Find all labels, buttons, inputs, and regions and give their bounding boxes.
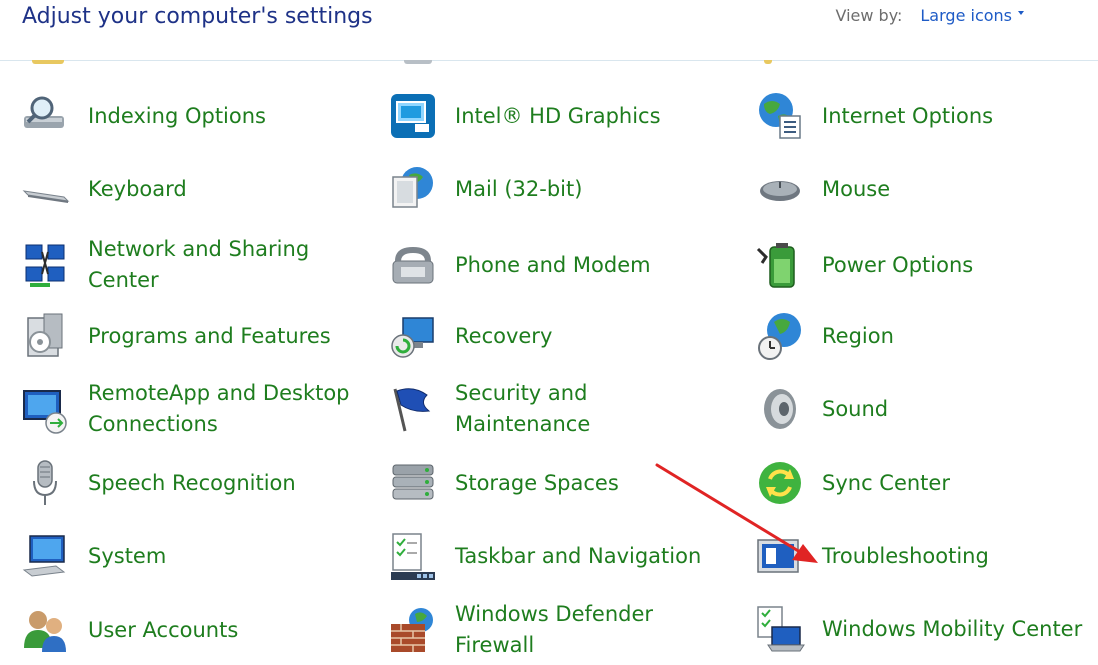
troubleshooting-icon	[754, 530, 806, 582]
item-label: Troubleshooting	[822, 543, 989, 568]
item-label: Region	[822, 323, 894, 348]
item-label: Network and Sharing Center	[88, 237, 310, 292]
item-region[interactable]: Region	[734, 306, 1094, 366]
item-label: Security and Maintenance	[455, 381, 591, 436]
item-phone-modem[interactable]: Phone and Modem	[367, 232, 727, 298]
item-label: RemoteApp and Desktop Connections	[88, 381, 350, 436]
view-by-label: View by:	[835, 6, 903, 25]
internet-options-icon	[754, 90, 806, 142]
programs-features-icon	[20, 310, 72, 362]
scrolled-icons-strip	[0, 60, 1098, 66]
item-indexing-options[interactable]: Indexing Options	[0, 86, 360, 146]
item-label: Storage Spaces	[455, 470, 619, 495]
item-label: Windows Defender Firewall	[455, 602, 654, 657]
storage-spaces-icon	[387, 457, 439, 509]
item-label: Windows Mobility Center	[822, 616, 1083, 641]
region-icon	[754, 310, 806, 362]
item-label: Taskbar and Navigation	[455, 543, 702, 568]
remoteapp-icon	[20, 383, 72, 435]
item-label: Power Options	[822, 252, 974, 277]
partial-folder-icon	[32, 60, 64, 64]
item-security-maintenance[interactable]: Security and Maintenance	[367, 379, 727, 439]
speech-recognition-icon	[20, 457, 72, 509]
partial-disc-icon	[404, 60, 432, 64]
item-programs-features[interactable]: Programs and Features	[0, 306, 360, 366]
system-icon	[20, 530, 72, 582]
sound-icon	[754, 383, 806, 435]
view-by-dropdown[interactable]: Large icons	[920, 6, 1024, 25]
mouse-icon	[754, 163, 806, 215]
item-mouse[interactable]: Mouse	[734, 159, 1094, 219]
item-system[interactable]: System	[0, 526, 360, 586]
item-recovery[interactable]: Recovery	[367, 306, 727, 366]
control-panel-items: Indexing Options Intel® HD Graphics Inte…	[0, 80, 1098, 659]
security-maintenance-icon	[387, 383, 439, 435]
item-speech-recognition[interactable]: Speech Recognition	[0, 453, 360, 513]
item-label: Indexing Options	[88, 103, 266, 128]
header-bar: Adjust your computer's settings View by:…	[0, 0, 1098, 61]
item-mail[interactable]: Mail (32-bit)	[367, 159, 727, 219]
item-label: Internet Options	[822, 103, 994, 128]
item-internet-options[interactable]: Internet Options	[734, 86, 1094, 146]
taskbar-navigation-icon	[387, 530, 439, 582]
network-sharing-icon	[20, 239, 72, 291]
item-label: Mouse	[822, 176, 891, 201]
item-troubleshooting[interactable]: Troubleshooting	[734, 526, 1094, 586]
view-by-control: View by: Large icons	[835, 6, 1024, 25]
item-remoteapp-desktop-connections[interactable]: RemoteApp and Desktop Connections	[0, 374, 360, 444]
intel-hd-graphics-icon	[387, 90, 439, 142]
item-label: Recovery	[455, 323, 553, 348]
keyboard-icon	[20, 163, 72, 215]
sync-center-icon	[754, 457, 806, 509]
item-label: Sync Center	[822, 470, 950, 495]
item-sound[interactable]: Sound	[734, 379, 1094, 439]
firewall-icon	[387, 604, 439, 656]
item-keyboard[interactable]: Keyboard	[0, 159, 360, 219]
item-storage-spaces[interactable]: Storage Spaces	[367, 453, 727, 513]
item-user-accounts[interactable]: User Accounts	[0, 595, 360, 665]
item-intel-hd-graphics[interactable]: Intel® HD Graphics	[367, 86, 727, 146]
item-label: Phone and Modem	[455, 252, 651, 277]
phone-modem-icon	[387, 239, 439, 291]
item-label: System	[88, 543, 167, 568]
item-label: Sound	[822, 396, 889, 421]
item-taskbar-navigation[interactable]: Taskbar and Navigation	[367, 526, 727, 586]
item-network-sharing-center[interactable]: Network and Sharing Center	[0, 232, 360, 298]
item-windows-mobility-center[interactable]: Windows Mobility Center	[734, 599, 1094, 659]
item-sync-center[interactable]: Sync Center	[734, 453, 1094, 513]
item-label: Speech Recognition	[88, 470, 296, 495]
mobility-center-icon	[754, 603, 806, 655]
item-label: Mail (32-bit)	[455, 176, 583, 201]
item-label: Intel® HD Graphics	[455, 103, 661, 128]
item-windows-defender-firewall[interactable]: Windows Defender Firewall	[367, 595, 727, 665]
user-accounts-icon	[20, 604, 72, 656]
item-power-options[interactable]: Power Options	[734, 232, 1094, 298]
indexing-options-icon	[20, 90, 72, 142]
power-options-icon	[754, 239, 806, 291]
item-label: Keyboard	[88, 176, 187, 201]
page-title: Adjust your computer's settings	[22, 4, 373, 29]
partial-icon	[764, 60, 772, 64]
recovery-icon	[387, 310, 439, 362]
dropdown-caret-icon	[1018, 10, 1024, 15]
view-by-value: Large icons	[920, 6, 1012, 25]
item-label: User Accounts	[88, 617, 239, 642]
mail-icon	[387, 163, 439, 215]
item-label: Programs and Features	[88, 323, 331, 348]
